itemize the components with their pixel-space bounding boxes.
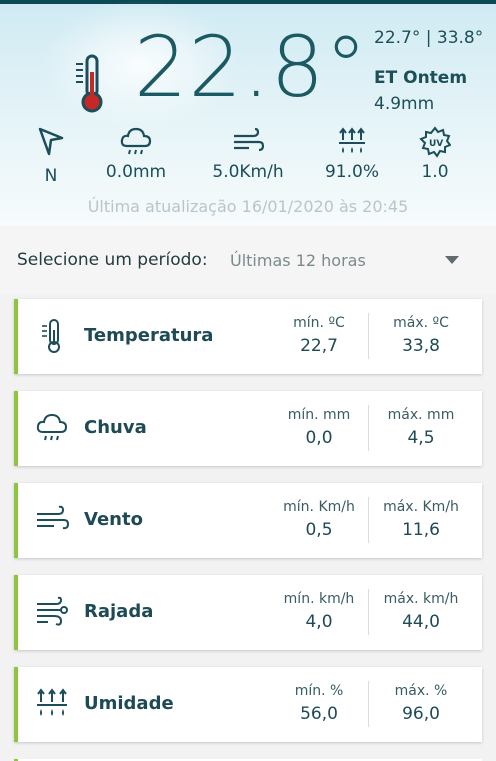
min-value: 0,5 xyxy=(305,520,333,540)
stat-uv: UV 1.0 xyxy=(412,126,458,182)
min-value: 56,0 xyxy=(300,704,338,724)
chevron-down-icon[interactable] xyxy=(445,256,459,264)
card-rajada[interactable]: Rajada mín. km/h 4,0 máx. km/h 44,0 xyxy=(14,575,482,650)
card-vento[interactable]: Vento mín. Km/h 0,5 máx. Km/h 11,6 xyxy=(14,483,482,558)
current-weather-panel: 22.8° 22.7° | 33.8° ET Ontem 4.9mm N 0.0… xyxy=(0,0,496,226)
last-update-text: Última atualização 16/01/2020 às 20:45 xyxy=(87,197,409,216)
card-chuva[interactable]: Chuva mín. mm 0,0 máx. mm 4,5 xyxy=(14,391,482,466)
stat-rain: 0.0mm xyxy=(100,126,172,182)
max-value: 11,6 xyxy=(402,520,440,540)
period-dropdown[interactable]: Últimas 12 horas xyxy=(230,251,366,270)
card-title: Rajada xyxy=(84,601,154,622)
min-label: mín. mm xyxy=(287,407,351,423)
stat-humidity: 91.0% xyxy=(322,126,382,182)
wind-direction-value: N xyxy=(44,166,58,186)
max-column: máx. km/h 44,0 xyxy=(366,591,476,632)
wind-value: 5.0Km/h xyxy=(212,162,284,182)
max-value: 33,8 xyxy=(402,336,440,356)
svg-text:UV: UV xyxy=(429,139,443,149)
daily-min-max: 22.7° | 33.8° xyxy=(374,28,484,48)
period-label: Selecione um período: xyxy=(17,250,208,270)
max-label: máx. mm xyxy=(387,407,455,423)
stat-wind-direction: N xyxy=(32,126,70,186)
uv-icon: UV xyxy=(419,126,451,158)
et-label: ET Ontem xyxy=(374,68,468,88)
card-title: Vento xyxy=(84,509,143,530)
wind-direction-icon xyxy=(38,127,64,156)
max-column: máx. ºC 33,8 xyxy=(366,315,476,356)
card-temperatura[interactable]: Temperatura mín. ºC 22,7 máx. ºC 33,8 xyxy=(14,299,482,374)
max-value: 44,0 xyxy=(402,612,440,632)
min-column: mín. ºC 22,7 xyxy=(264,315,374,356)
max-label: máx. % xyxy=(394,683,448,699)
rain-cloud-icon xyxy=(120,127,152,155)
min-column: mín. % 56,0 xyxy=(264,683,374,724)
min-value: 0,0 xyxy=(305,428,333,448)
wind-icon xyxy=(37,505,70,530)
min-label: mín. % xyxy=(294,683,344,699)
card-title: Chuva xyxy=(84,417,147,438)
max-label: máx. km/h xyxy=(383,591,459,607)
et-value: 4.9mm xyxy=(374,94,435,114)
min-label: mín. Km/h xyxy=(283,499,355,515)
humidity-value: 91.0% xyxy=(324,162,379,182)
stat-wind: 5.0Km/h xyxy=(204,126,292,182)
period-selector-row: Selecione um período: Últimas 12 horas xyxy=(0,226,496,294)
thermometer-icon xyxy=(76,54,103,113)
card-title: Temperatura xyxy=(84,325,214,346)
max-column: máx. Km/h 11,6 xyxy=(366,499,476,540)
gust-icon xyxy=(37,596,68,626)
min-column: mín. Km/h 0,5 xyxy=(264,499,374,540)
thermometer-icon xyxy=(42,319,60,353)
max-label: máx. ºC xyxy=(393,315,449,331)
min-value: 22,7 xyxy=(300,336,338,356)
rain-value: 0.0mm xyxy=(105,162,167,182)
max-column: máx. % 96,0 xyxy=(366,683,476,724)
min-value: 4,0 xyxy=(305,612,333,632)
card-umidade[interactable]: Umidade mín. % 56,0 máx. % 96,0 xyxy=(14,667,482,742)
min-label: mín. km/h xyxy=(283,591,355,607)
min-label: mín. ºC xyxy=(293,315,345,331)
min-column: mín. mm 0,0 xyxy=(264,407,374,448)
card-title: Umidade xyxy=(84,693,174,714)
humidity-icon xyxy=(339,127,365,153)
humidity-icon xyxy=(37,688,67,716)
min-column: mín. km/h 4,0 xyxy=(264,591,374,632)
current-temperature: 22.8° xyxy=(134,18,369,116)
uv-value: 1.0 xyxy=(421,162,449,182)
max-column: máx. mm 4,5 xyxy=(366,407,476,448)
rain-cloud-icon xyxy=(36,413,68,441)
max-label: máx. Km/h xyxy=(383,499,459,515)
max-value: 96,0 xyxy=(402,704,440,724)
max-value: 4,5 xyxy=(407,428,435,448)
wind-icon xyxy=(234,127,265,152)
